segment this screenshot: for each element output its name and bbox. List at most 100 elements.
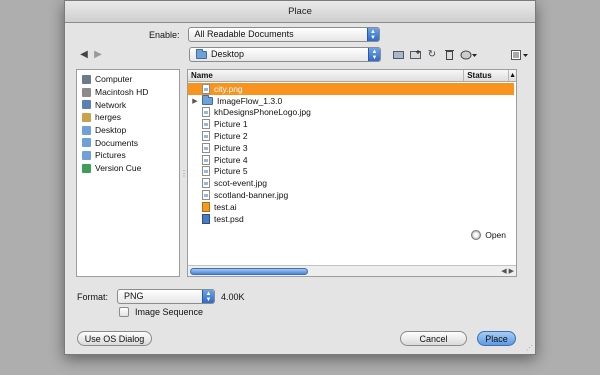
refresh-icon[interactable]: ↻ bbox=[425, 48, 439, 61]
file-size: 4.00K bbox=[221, 291, 245, 302]
folder-icon bbox=[202, 94, 213, 105]
file-list-header: Name Status ▲ bbox=[188, 70, 516, 82]
image-file-icon bbox=[202, 166, 210, 177]
trash-icon[interactable] bbox=[442, 48, 456, 61]
file-name: scotland-banner.jpg bbox=[214, 190, 289, 201]
back-arrow-icon[interactable]: ◀ bbox=[77, 48, 91, 61]
file-row[interactable]: scot-event.jpg bbox=[188, 177, 516, 189]
forward-arrow-icon[interactable]: ▶ bbox=[91, 48, 105, 61]
cancel-button[interactable]: Cancel bbox=[400, 331, 467, 346]
sort-toggle-icon[interactable]: ▲ bbox=[509, 70, 516, 81]
format-label: Format: bbox=[77, 291, 109, 302]
image-sequence-checkbox[interactable] bbox=[119, 307, 129, 317]
select-arrows-icon: ▲ ▼ bbox=[202, 290, 214, 303]
view-menu-icon[interactable] bbox=[510, 48, 530, 61]
file-row[interactable]: Picture 3 bbox=[188, 142, 516, 154]
version-cue-menu-icon[interactable] bbox=[459, 48, 479, 61]
enable-row: Enable: All Readable Documents ▲ ▼ bbox=[149, 27, 380, 42]
sidebar-item[interactable]: Version Cue bbox=[77, 162, 179, 175]
column-status[interactable]: Status bbox=[464, 70, 510, 81]
image-file-icon bbox=[202, 83, 210, 94]
file-row[interactable]: Picture 1 bbox=[188, 118, 516, 130]
format-select[interactable]: PNG ▲ ▼ bbox=[117, 289, 215, 304]
select-arrows-icon: ▲ ▼ bbox=[368, 48, 380, 61]
select-arrows-icon: ▲ ▼ bbox=[366, 28, 379, 41]
file-name: scot-event.jpg bbox=[214, 178, 267, 189]
folder-icon bbox=[196, 48, 207, 59]
file-row[interactable]: Picture 2 bbox=[188, 130, 516, 142]
file-row[interactable]: Picture 5 bbox=[188, 166, 516, 178]
sidebar-item[interactable]: Computer bbox=[77, 73, 179, 86]
hard-drive-icon bbox=[82, 87, 91, 97]
image-file-icon bbox=[202, 142, 210, 153]
network-icon bbox=[82, 100, 91, 110]
sidebar-item[interactable]: herges bbox=[77, 111, 179, 124]
pictures-folder-icon bbox=[82, 150, 91, 160]
file-name: Picture 2 bbox=[214, 131, 248, 142]
open-icon bbox=[471, 230, 482, 240]
column-name[interactable]: Name bbox=[188, 70, 465, 81]
sidebar-item-label: herges bbox=[95, 112, 121, 123]
enable-label: Enable: bbox=[149, 29, 180, 40]
scroll-arrows-icon[interactable]: ◀ ▶ bbox=[501, 266, 514, 277]
place-dialog: Place Enable: All Readable Documents ▲ ▼ … bbox=[64, 0, 536, 355]
resize-grip-icon[interactable]: ⋰ bbox=[526, 344, 533, 352]
window-title: Place bbox=[65, 1, 535, 23]
file-name: Picture 5 bbox=[214, 166, 248, 177]
photoshop-file-icon bbox=[202, 213, 210, 224]
file-row[interactable]: test.psd bbox=[188, 213, 516, 225]
sidebar-item-label: Macintosh HD bbox=[95, 87, 149, 98]
sidebar-item[interactable]: Pictures bbox=[77, 149, 179, 162]
sidebar-item-label: Documents bbox=[95, 137, 138, 148]
sidebar-item[interactable]: Documents bbox=[77, 136, 179, 149]
file-name: khDesignsPhoneLogo.jpg bbox=[214, 107, 311, 118]
open-label: Open bbox=[485, 230, 506, 240]
image-file-icon bbox=[202, 154, 210, 165]
sidebar-item-label: Computer bbox=[95, 74, 133, 85]
documents-folder-icon bbox=[82, 138, 91, 148]
file-name: Picture 3 bbox=[214, 142, 248, 153]
horizontal-scrollbar[interactable]: ◀ ▶ bbox=[188, 265, 516, 276]
sidebar-item-label: Desktop bbox=[95, 125, 127, 136]
version-cue-icon bbox=[82, 163, 91, 173]
use-os-dialog-button[interactable]: Use OS Dialog bbox=[77, 331, 152, 346]
sidebar-item-label: Version Cue bbox=[95, 163, 142, 174]
file-row[interactable]: Picture 4 bbox=[188, 154, 516, 166]
sidebar-item[interactable]: Network bbox=[77, 98, 179, 111]
image-sequence-label: Image Sequence bbox=[135, 307, 204, 317]
sidebar: Computer Macintosh HD Network herges Desktop… bbox=[76, 69, 180, 277]
new-folder-icon[interactable] bbox=[408, 48, 422, 61]
file-row[interactable]: khDesignsPhoneLogo.jpg bbox=[188, 107, 516, 119]
image-file-icon bbox=[202, 131, 210, 142]
file-name: Picture 1 bbox=[214, 119, 248, 130]
file-name: Picture 4 bbox=[214, 154, 248, 165]
format-row: Format: PNG ▲ ▼ 4.00K bbox=[77, 289, 245, 304]
image-file-icon bbox=[202, 190, 210, 201]
file-row[interactable]: scotland-banner.jpg bbox=[188, 189, 516, 201]
sidebar-item[interactable]: Macintosh HD bbox=[77, 86, 179, 99]
desktop-folder-icon bbox=[82, 125, 91, 135]
file-row[interactable]: city.png bbox=[188, 83, 514, 95]
disclosure-triangle-icon[interactable]: ▶ bbox=[188, 97, 202, 105]
illustrator-file-icon bbox=[202, 201, 210, 212]
location-select[interactable]: Desktop ▲ ▼ bbox=[189, 47, 381, 62]
toolbar: ↻ bbox=[391, 48, 530, 61]
file-name: city.png bbox=[214, 83, 243, 94]
image-file-icon bbox=[202, 178, 210, 189]
up-folder-icon[interactable] bbox=[391, 48, 405, 61]
file-name: test.psd bbox=[214, 213, 244, 224]
enable-select[interactable]: All Readable Documents ▲ ▼ bbox=[187, 27, 380, 42]
file-row[interactable]: test.ai bbox=[188, 201, 516, 213]
enable-value: All Readable Documents bbox=[194, 29, 294, 39]
file-name: test.ai bbox=[214, 201, 237, 212]
sidebar-item[interactable]: Desktop bbox=[77, 124, 179, 137]
place-button[interactable]: Place bbox=[477, 331, 516, 346]
location-value: Desktop bbox=[211, 49, 245, 59]
format-value: PNG bbox=[124, 291, 144, 301]
image-file-icon bbox=[202, 107, 210, 118]
open-button[interactable]: Open bbox=[471, 230, 506, 240]
file-row[interactable]: ▶ ImageFlow_1.3.0 bbox=[188, 94, 516, 107]
scrollbar-thumb[interactable] bbox=[190, 268, 308, 275]
sidebar-item-label: Network bbox=[95, 99, 127, 110]
location-row: Desktop ▲ ▼ bbox=[189, 47, 381, 62]
